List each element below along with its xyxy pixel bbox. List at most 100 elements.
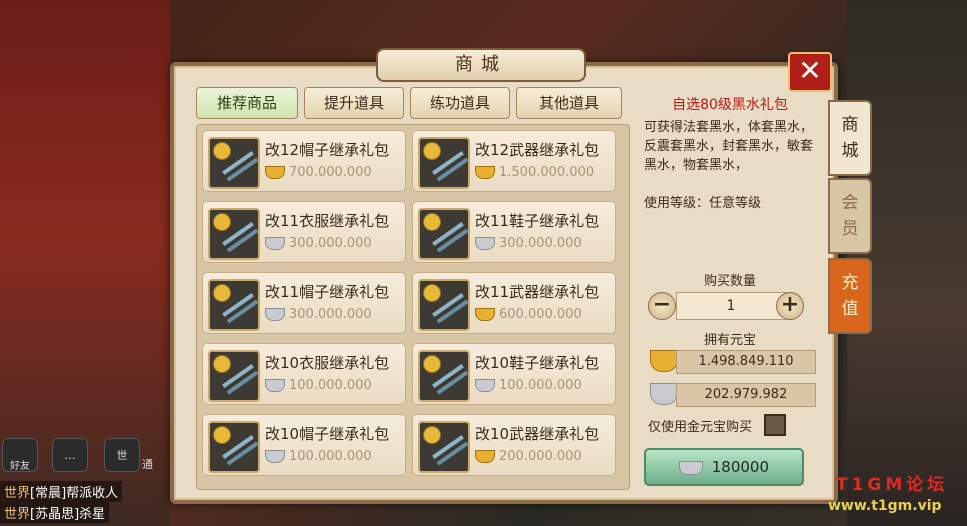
tab-training-items[interactable]: 练功道具 (410, 87, 510, 119)
item-card[interactable]: 改11帽子继承礼包 300.000.000 (202, 272, 406, 334)
item-price-value: 100.000.000 (289, 449, 372, 464)
gold-only-checkbox[interactable] (764, 414, 786, 436)
item-card[interactable]: 改11武器继承礼包 600.000.000 (412, 272, 616, 334)
buy-price: 180000 (711, 458, 770, 476)
friends-label: 好友 (10, 460, 30, 472)
item-name: 改10衣服继承礼包 (265, 354, 390, 372)
coin-icon (423, 142, 441, 160)
friends-button[interactable]: 好友 (2, 438, 38, 472)
item-price-value: 700.000.000 (289, 165, 372, 180)
side-tab-shop[interactable]: 商 城 (828, 100, 872, 176)
coin-icon (213, 142, 231, 160)
item-price-value: 300.000.000 (499, 236, 582, 251)
gift-package-icon (418, 279, 470, 331)
silver-ingot-icon (265, 379, 285, 392)
item-price: 100.000.000 (265, 378, 372, 393)
item-price-value: 300.000.000 (289, 236, 372, 251)
item-price: 300.000.000 (475, 236, 582, 251)
quantity-label: 购买数量 (703, 274, 756, 289)
item-price: 300.000.000 (265, 307, 372, 322)
chat-channel: 世界 (4, 486, 31, 501)
item-card[interactable]: 改11鞋子继承礼包 300.000.000 (412, 201, 616, 263)
quantity-plus-button[interactable]: + (776, 292, 804, 320)
item-detail-pane: 自选80级黑水礼包 可获得法套黑水，体套黑水，反震套黑水，封套黑水，敏套黑水，物… (636, 88, 824, 488)
detail-title: 自选80级黑水礼包 (672, 97, 788, 113)
item-name: 改11鞋子继承礼包 (475, 212, 600, 230)
buy-button[interactable]: 180000 (644, 448, 804, 486)
gift-package-icon (418, 208, 470, 260)
item-price-value: 600.000.000 (499, 307, 582, 322)
watermark-brand: T1GM论坛 (836, 475, 949, 495)
item-price: 300.000.000 (265, 236, 372, 251)
item-name: 改11衣服继承礼包 (265, 212, 390, 230)
channel-label: 通 (142, 458, 153, 471)
coin-icon (213, 213, 231, 231)
gold-ingot-icon (475, 166, 495, 179)
gold-ingot-icon (650, 350, 678, 372)
item-card[interactable]: 改10鞋子继承礼包 100.000.000 (412, 343, 616, 405)
item-name: 改11帽子继承礼包 (265, 283, 390, 301)
item-price-value: 100.000.000 (289, 378, 372, 393)
gold-only-label: 仅使用金元宝购买 (648, 420, 753, 435)
item-name: 改11武器继承礼包 (475, 283, 600, 301)
gift-package-icon (208, 350, 260, 402)
silver-balance-row: 202.979.982 (650, 383, 816, 407)
item-card[interactable]: 改12帽子继承礼包 700.000.000 (202, 130, 406, 192)
gift-package-icon (208, 137, 260, 189)
item-name: 改10鞋子继承礼包 (475, 354, 600, 372)
voice-channel-label: 世 (116, 449, 128, 462)
microphone-icon[interactable]: 世 (104, 438, 140, 472)
close-button[interactable]: ✕ (788, 52, 832, 92)
item-price: 700.000.000 (265, 165, 372, 180)
tab-recommended[interactable]: 推荐商品 (196, 87, 298, 119)
item-card[interactable]: 改10武器继承礼包 200.000.000 (412, 414, 616, 476)
gift-package-icon (418, 350, 470, 402)
watermark-url: www.t1gm.vip (828, 498, 942, 514)
chat-bubble-icon[interactable]: … (52, 438, 88, 472)
gift-package-icon (208, 208, 260, 260)
coin-icon (423, 355, 441, 373)
chat-text: [常晨]帮派收人 (30, 486, 119, 501)
side-tab-recharge[interactable]: 充 值 (828, 258, 872, 334)
item-price-value: 300.000.000 (289, 307, 372, 322)
side-tab-member[interactable]: 会 员 (828, 178, 872, 254)
item-name: 改12帽子继承礼包 (265, 141, 390, 159)
chat-channel: 世界 (4, 507, 31, 522)
item-name: 改10帽子继承礼包 (265, 425, 390, 443)
item-price-value: 100.000.000 (499, 378, 582, 393)
detail-description: 可获得法套黑水，体套黑水，反震套黑水，封套黑水，敏套黑水，物套黑水， (644, 120, 814, 173)
chat-line: 世界[苏晶思]杀星 (0, 502, 110, 523)
coin-icon (423, 426, 441, 444)
tab-other-items[interactable]: 其他道具 (516, 87, 622, 119)
coin-icon (213, 355, 231, 373)
item-price: 100.000.000 (265, 449, 372, 464)
silver-ingot-icon (265, 237, 285, 250)
gold-balance: 1.498.849.110 (676, 350, 816, 374)
quantity-minus-button[interactable]: − (648, 292, 676, 320)
item-price-value: 1.500.000.000 (499, 165, 595, 180)
chat-line: 世界[常晨]帮派收人 (0, 481, 123, 502)
coin-icon (213, 426, 231, 444)
coin-icon (423, 284, 441, 302)
owned-yuanbao-label: 拥有元宝 (703, 333, 756, 348)
tab-upgrade-items[interactable]: 提升道具 (304, 87, 404, 119)
gift-package-icon (418, 421, 470, 473)
detail-level: 使用等级：任意等级 (644, 196, 762, 211)
coin-icon (213, 284, 231, 302)
chat-text: [苏晶思]杀星 (30, 507, 106, 522)
coin-icon (423, 213, 441, 231)
item-card[interactable]: 改10帽子继承礼包 100.000.000 (202, 414, 406, 476)
silver-ingot-icon (265, 450, 285, 463)
item-card[interactable]: 改12武器继承礼包 1.500.000.000 (412, 130, 616, 192)
item-card[interactable]: 改10衣服继承礼包 100.000.000 (202, 343, 406, 405)
silver-ingot-icon (265, 308, 285, 321)
silver-ingot-icon (650, 383, 678, 405)
gift-package-icon (208, 279, 260, 331)
silver-ingot-icon (678, 460, 703, 475)
panel-title: 商城 (376, 48, 586, 82)
item-card[interactable]: 改11衣服继承礼包 300.000.000 (202, 201, 406, 263)
item-price-value: 200.000.000 (499, 449, 582, 464)
item-price: 600.000.000 (475, 307, 582, 322)
silver-ingot-icon (475, 237, 495, 250)
quantity-input[interactable]: 1 (676, 292, 786, 320)
